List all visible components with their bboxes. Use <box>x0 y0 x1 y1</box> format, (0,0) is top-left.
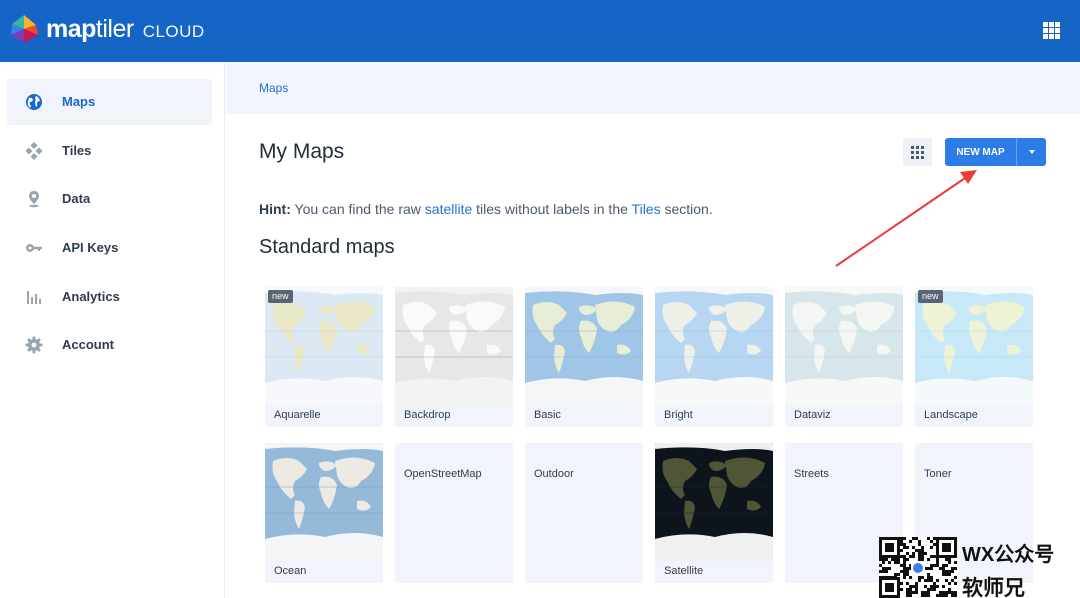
map-card-satellite[interactable]: Satellite <box>655 443 773 583</box>
map-card-label: Landscape <box>924 409 978 421</box>
map-thumbnail[interactable] <box>915 287 1033 405</box>
breadcrumb-bar: Maps <box>226 62 1080 114</box>
map-thumbnail[interactable] <box>265 443 383 561</box>
sidebar-item-label: Data <box>62 191 91 206</box>
breadcrumb[interactable]: Maps <box>259 81 288 95</box>
map-card-label: Streets <box>794 468 829 480</box>
section-title: Standard maps <box>259 236 395 258</box>
map-card-label: Satellite <box>664 565 704 577</box>
sidebar-item-label: Tiles <box>62 143 92 158</box>
main-content: Maps My Maps NEW MAP Hint: You can find … <box>226 62 1080 598</box>
pin-icon <box>29 191 39 208</box>
watermark: WX公众号 软师兄 <box>879 537 1080 598</box>
brand-light: tiler <box>95 15 134 43</box>
map-card-dataviz[interactable]: Dataviz <box>785 287 903 427</box>
map-thumbnail[interactable] <box>525 287 643 405</box>
map-card-label: Toner <box>924 468 952 480</box>
map-card-openstreetmap[interactable]: OpenStreetMap <box>395 443 513 583</box>
map-card-label: Outdoor <box>534 468 574 480</box>
map-card-bright[interactable]: Bright <box>655 287 773 427</box>
sidebar-item-account[interactable]: Account <box>7 322 212 368</box>
key-icon <box>26 244 42 252</box>
new-map-button[interactable]: NEW MAP <box>945 138 1017 166</box>
sidebar-item-label: Account <box>62 337 114 352</box>
map-thumbnail[interactable] <box>655 287 773 405</box>
map-card-backdrop[interactable]: Backdrop <box>395 287 513 427</box>
top-bar: map tiler CLOUD <box>0 0 1080 62</box>
hint-text: Hint: You can find the raw satellite til… <box>259 201 713 217</box>
grid-view-toggle-button[interactable] <box>903 138 932 166</box>
sidebar-item-label: Analytics <box>62 289 120 304</box>
map-card-label: Aquarelle <box>274 409 321 421</box>
brand-suffix: CLOUD <box>142 22 205 41</box>
map-thumbnail[interactable] <box>655 443 773 561</box>
map-card-basic[interactable]: Basic <box>525 287 643 427</box>
new-badge: new <box>268 290 293 303</box>
globe-icon <box>26 94 42 110</box>
sidebar-item-label: Maps <box>62 94 96 109</box>
new-badge: new <box>918 290 943 303</box>
map-card-aquarelle[interactable]: new Aquarelle <box>265 287 383 427</box>
hint-prefix: Hint: <box>259 201 291 217</box>
map-card-ocean[interactable]: Ocean <box>265 443 383 583</box>
map-card-label: Basic <box>534 409 561 421</box>
tiles-link[interactable]: Tiles <box>632 201 661 217</box>
sidebar-item-tiles[interactable]: Tiles <box>7 128 212 174</box>
sidebar-item-data[interactable]: Data <box>7 176 212 222</box>
page-title: My Maps <box>259 140 345 163</box>
sidebar-item-api-keys[interactable]: API Keys <box>7 225 212 271</box>
gear-icon <box>25 336 43 354</box>
grid-view-icon <box>911 145 924 159</box>
tiles-icon <box>25 142 43 160</box>
sidebar-item-maps[interactable]: Maps <box>7 79 212 125</box>
map-card-label: Dataviz <box>794 409 831 421</box>
map-card-label: Ocean <box>274 565 307 577</box>
watermark-line-2: 软师兄 <box>962 577 1025 598</box>
map-card-label: OpenStreetMap <box>404 468 482 480</box>
sidebar: Maps Tiles Data API Keys Analytics Accou… <box>0 62 225 598</box>
qr-code-icon <box>879 537 957 598</box>
map-card-landscape[interactable]: new Landscape <box>915 287 1033 427</box>
new-map-dropdown-button[interactable] <box>1017 138 1046 166</box>
map-thumbnail[interactable] <box>395 287 513 405</box>
map-card-label: Backdrop <box>404 409 451 421</box>
sidebar-item-label: API Keys <box>62 240 119 255</box>
bar-chart-icon <box>27 291 41 304</box>
map-thumbnail[interactable] <box>785 287 903 405</box>
hint-text-3: section. <box>664 201 713 217</box>
maptiler-logo-icon[interactable] <box>8 13 40 45</box>
watermark-line-1: WX公众号 <box>962 544 1055 566</box>
grid-apps-icon[interactable] <box>1043 22 1060 39</box>
map-thumbnail[interactable] <box>265 287 383 405</box>
hint-text-1: You can find the raw <box>294 201 421 217</box>
satellite-link[interactable]: satellite <box>425 201 472 217</box>
brand-name[interactable]: map tiler CLOUD <box>46 13 205 45</box>
map-card-outdoor[interactable]: Outdoor <box>525 443 643 583</box>
map-card-label: Bright <box>664 409 693 421</box>
brand-bold: map <box>46 15 96 43</box>
hint-text-2: tiles without labels in the <box>476 201 628 217</box>
sidebar-item-analytics[interactable]: Analytics <box>7 274 212 320</box>
caret-down-icon <box>1028 150 1035 154</box>
